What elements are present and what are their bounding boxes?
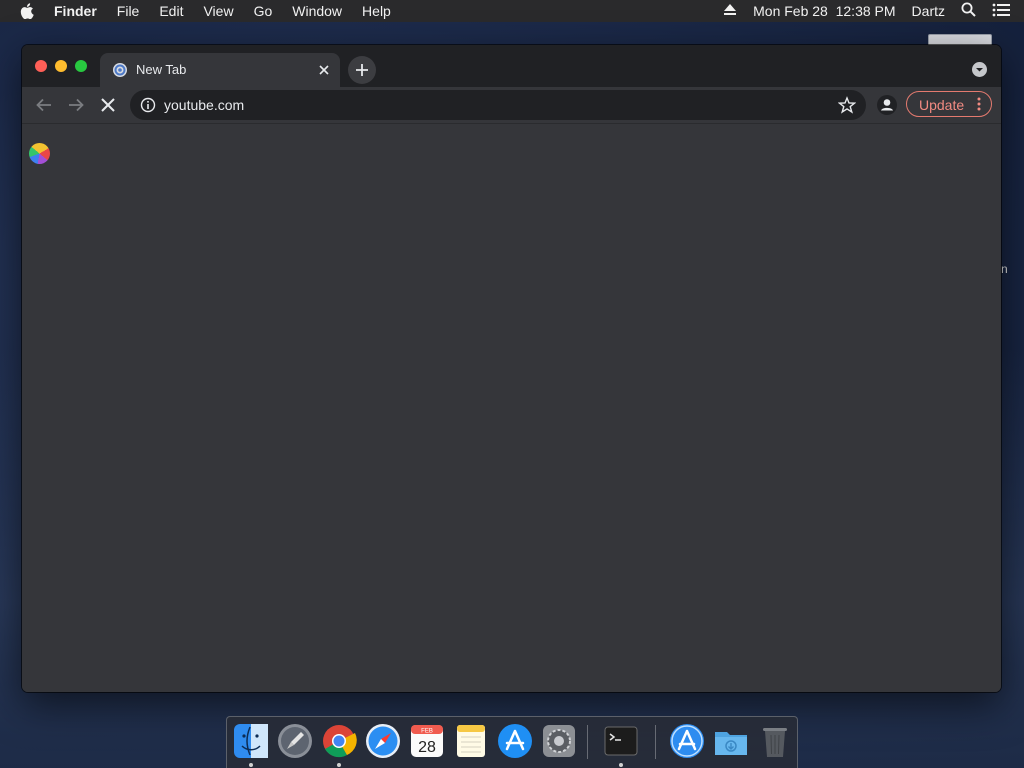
menu-bar: Finder File Edit View Go Window Help Mon… [0,0,1024,22]
update-button[interactable]: Update [906,91,992,117]
dock-calendar-icon[interactable]: FEB 28 [409,723,445,759]
dock-separator [587,725,588,759]
page-content-area[interactable] [22,124,1001,692]
window-minimize-button[interactable] [55,60,67,72]
menu-view[interactable]: View [203,3,233,19]
window-close-button[interactable] [35,60,47,72]
tab-title: New Tab [136,62,187,77]
dock-safari-icon[interactable] [365,723,401,759]
more-options-icon[interactable] [973,96,985,112]
dock-chrome-running-indicator [337,763,341,767]
apple-menu-icon[interactable] [19,0,35,22]
tab-strip: New Tab [22,45,1001,87]
menu-window[interactable]: Window [292,3,342,19]
menu-edit[interactable]: Edit [159,3,183,19]
new-tab-button[interactable] [348,56,376,84]
dock-finder-icon[interactable] [233,723,269,759]
tab-close-icon[interactable] [316,62,332,78]
forward-arrow-icon[interactable] [64,93,88,117]
stop-loading-icon[interactable] [96,93,120,117]
dock-trash-icon[interactable] [757,723,793,759]
dock-calendar-day: 28 [418,739,436,756]
menu-app-name[interactable]: Finder [54,3,97,19]
dock-chrome-icon[interactable] [321,723,357,759]
dock-applications-folder-icon[interactable] [669,723,705,759]
profile-avatar-icon[interactable] [875,93,899,117]
spotlight-search-icon[interactable] [961,2,976,20]
bookmark-star-icon[interactable] [837,96,857,114]
dock-terminal-icon[interactable] [603,723,639,759]
update-button-label: Update [919,97,965,113]
window-zoom-button[interactable] [75,60,87,72]
dock-system-preferences-icon[interactable] [541,723,577,759]
back-arrow-icon[interactable] [32,93,56,117]
address-bar-url[interactable]: youtube.com [164,97,244,113]
dock-downloads-folder-icon[interactable] [713,723,749,759]
dock-finder-running-indicator [249,763,253,767]
notification-center-icon[interactable] [992,3,1010,20]
tab-search-icon[interactable] [972,62,987,77]
dock-notes-icon[interactable] [453,723,489,759]
dock-launchpad-icon[interactable] [277,723,313,759]
dock-separator [655,725,656,759]
desktop-file-label: n [1001,262,1008,276]
browser-window: New Tab youtube.com Update [22,45,1001,692]
menu-help[interactable]: Help [362,3,391,19]
dock-app-store-icon[interactable] [497,723,533,759]
menu-file[interactable]: File [117,3,140,19]
menu-clock[interactable]: Mon Feb 28 12:38 PM [753,3,895,19]
site-info-icon[interactable] [140,97,156,113]
menu-user[interactable]: Dartz [912,3,945,19]
tab-new-tab[interactable]: New Tab [100,53,340,87]
address-bar[interactable]: youtube.com [130,90,866,120]
loading-favicon-icon [112,62,128,78]
dock: FEB 28 [226,716,798,768]
eject-icon[interactable] [723,3,737,19]
dock-terminal-running-indicator [619,763,623,767]
dock-calendar-month: FEB [421,729,433,735]
menu-go[interactable]: Go [254,3,273,19]
busy-spinner-icon [29,143,50,164]
browser-toolbar: youtube.com Update [22,87,1001,124]
